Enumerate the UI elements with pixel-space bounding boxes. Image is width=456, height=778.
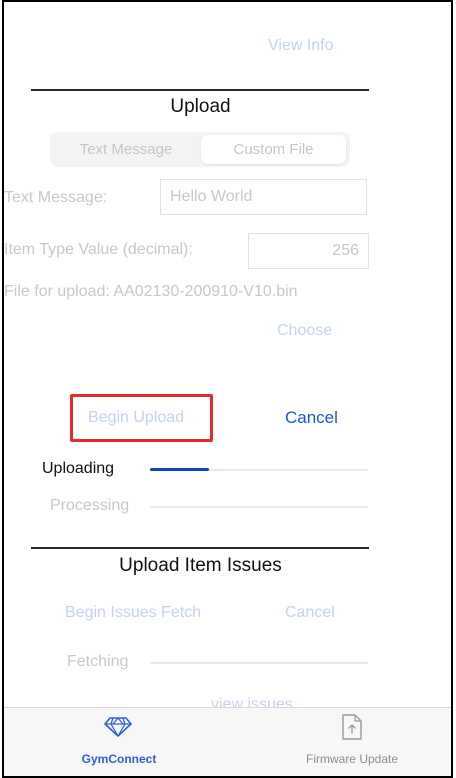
item-type-field[interactable]: 256 (248, 233, 369, 269)
text-message-label: Text Message: (4, 189, 108, 206)
issues-divider (31, 547, 369, 549)
text-message-value: Hello World (170, 188, 253, 205)
tab-gymconnect[interactable]: GymConnect (44, 708, 194, 776)
choose-button[interactable]: Choose (277, 322, 332, 340)
uploading-progress-bar (150, 468, 368, 471)
uploading-progress-fill (150, 468, 209, 471)
upload-divider (31, 89, 369, 91)
view-info-button[interactable]: View Info (268, 37, 334, 55)
item-type-value: 256 (332, 242, 359, 259)
fetching-progress-bar (150, 662, 368, 664)
file-for-upload-label: File for upload: AA02130-200910-V10.bin (4, 283, 298, 300)
begin-issues-fetch-button[interactable]: Begin Issues Fetch (65, 604, 201, 622)
cancel-upload-button[interactable]: Cancel (285, 408, 338, 428)
segment-text-message[interactable]: Text Message (54, 135, 198, 164)
issues-title: Upload Item Issues (119, 555, 282, 576)
upload-type-segmented-control: Text Message Custom File (50, 132, 350, 167)
cancel-issues-fetch-button[interactable]: Cancel (285, 604, 335, 622)
uploading-label: Uploading (42, 460, 115, 477)
processing-progress-bar (150, 506, 368, 508)
diamond-icon (104, 717, 132, 737)
text-message-field[interactable]: Hello World (160, 179, 367, 215)
segment-custom-file[interactable]: Custom File (201, 135, 346, 164)
upload-document-icon (342, 714, 362, 740)
tab-firmware-update[interactable]: Firmware Update (272, 708, 432, 776)
tab-gymconnect-label: GymConnect (81, 752, 157, 766)
tab-bar: GymConnect Firmware Update (4, 707, 451, 776)
item-type-label: Item Type Value (decimal): (4, 241, 193, 258)
processing-label: Processing (50, 497, 130, 514)
tab-firmware-update-label: Firmware Update (305, 752, 399, 766)
upload-title: Upload (170, 96, 231, 117)
begin-upload-button[interactable]: Begin Upload (88, 409, 184, 427)
fetching-label: Fetching (67, 653, 129, 670)
app-screen: View Info Upload Text Message Custom Fil… (2, 0, 453, 778)
